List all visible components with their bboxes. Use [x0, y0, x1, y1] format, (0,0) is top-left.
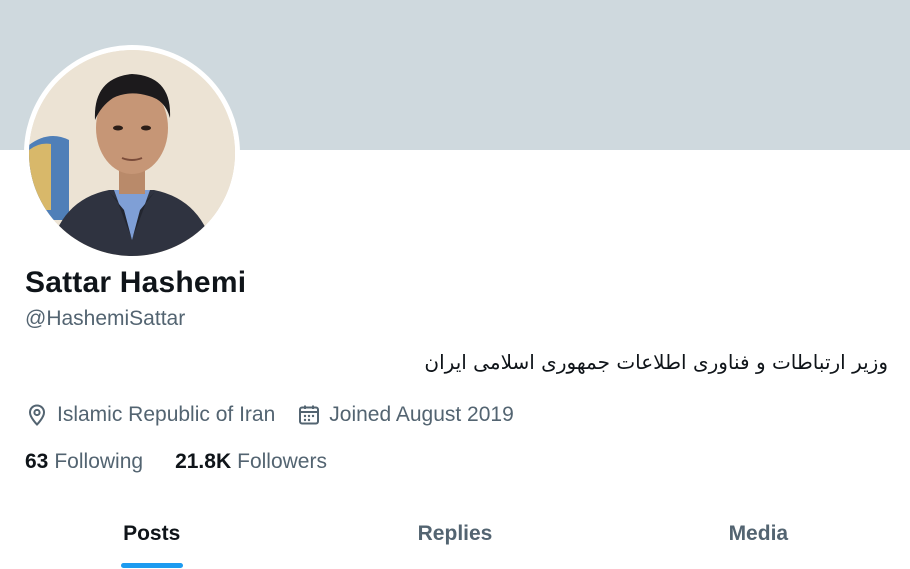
tab-replies[interactable]: Replies: [303, 505, 606, 569]
avatar[interactable]: [24, 45, 240, 261]
profile-tabs: Posts Replies Media: [0, 505, 910, 569]
profile-handle: @HashemiSattar: [25, 307, 186, 330]
profile-location: Islamic Republic of Iran: [25, 403, 275, 427]
profile-stats: 63 Following 21.8K Followers: [25, 447, 327, 477]
tab-media-label: Media: [728, 522, 789, 545]
following-link[interactable]: 63 Following: [25, 450, 143, 474]
profile-name: Sattar Hashemi: [25, 266, 247, 299]
profile-bio: وزیر ارتباطات و فناوری اطلاعات جمهوری اس…: [424, 350, 888, 374]
joined-text: Joined August 2019: [329, 403, 514, 426]
active-tab-indicator: [120, 563, 183, 568]
calendar-icon: [299, 405, 320, 425]
followers-link[interactable]: 21.8K Followers: [175, 450, 327, 474]
following-label: Following: [54, 450, 144, 473]
person-portrait-icon: [29, 50, 235, 256]
tab-replies-label: Replies: [417, 522, 493, 545]
location-text: Islamic Republic of Iran: [57, 403, 276, 426]
profile-joined: Joined August 2019: [297, 403, 514, 427]
followers-count: 21.8K: [175, 450, 232, 473]
tab-media[interactable]: Media: [607, 505, 910, 569]
followers-label: Followers: [237, 450, 327, 473]
profile-meta: Islamic Republic of Iran Joined August 2…: [25, 400, 514, 430]
location-pin-icon: [28, 404, 46, 426]
tab-posts[interactable]: Posts: [0, 505, 303, 569]
avatar-photo: [29, 50, 235, 256]
tab-posts-label: Posts: [123, 522, 181, 545]
following-count: 63: [25, 450, 49, 473]
